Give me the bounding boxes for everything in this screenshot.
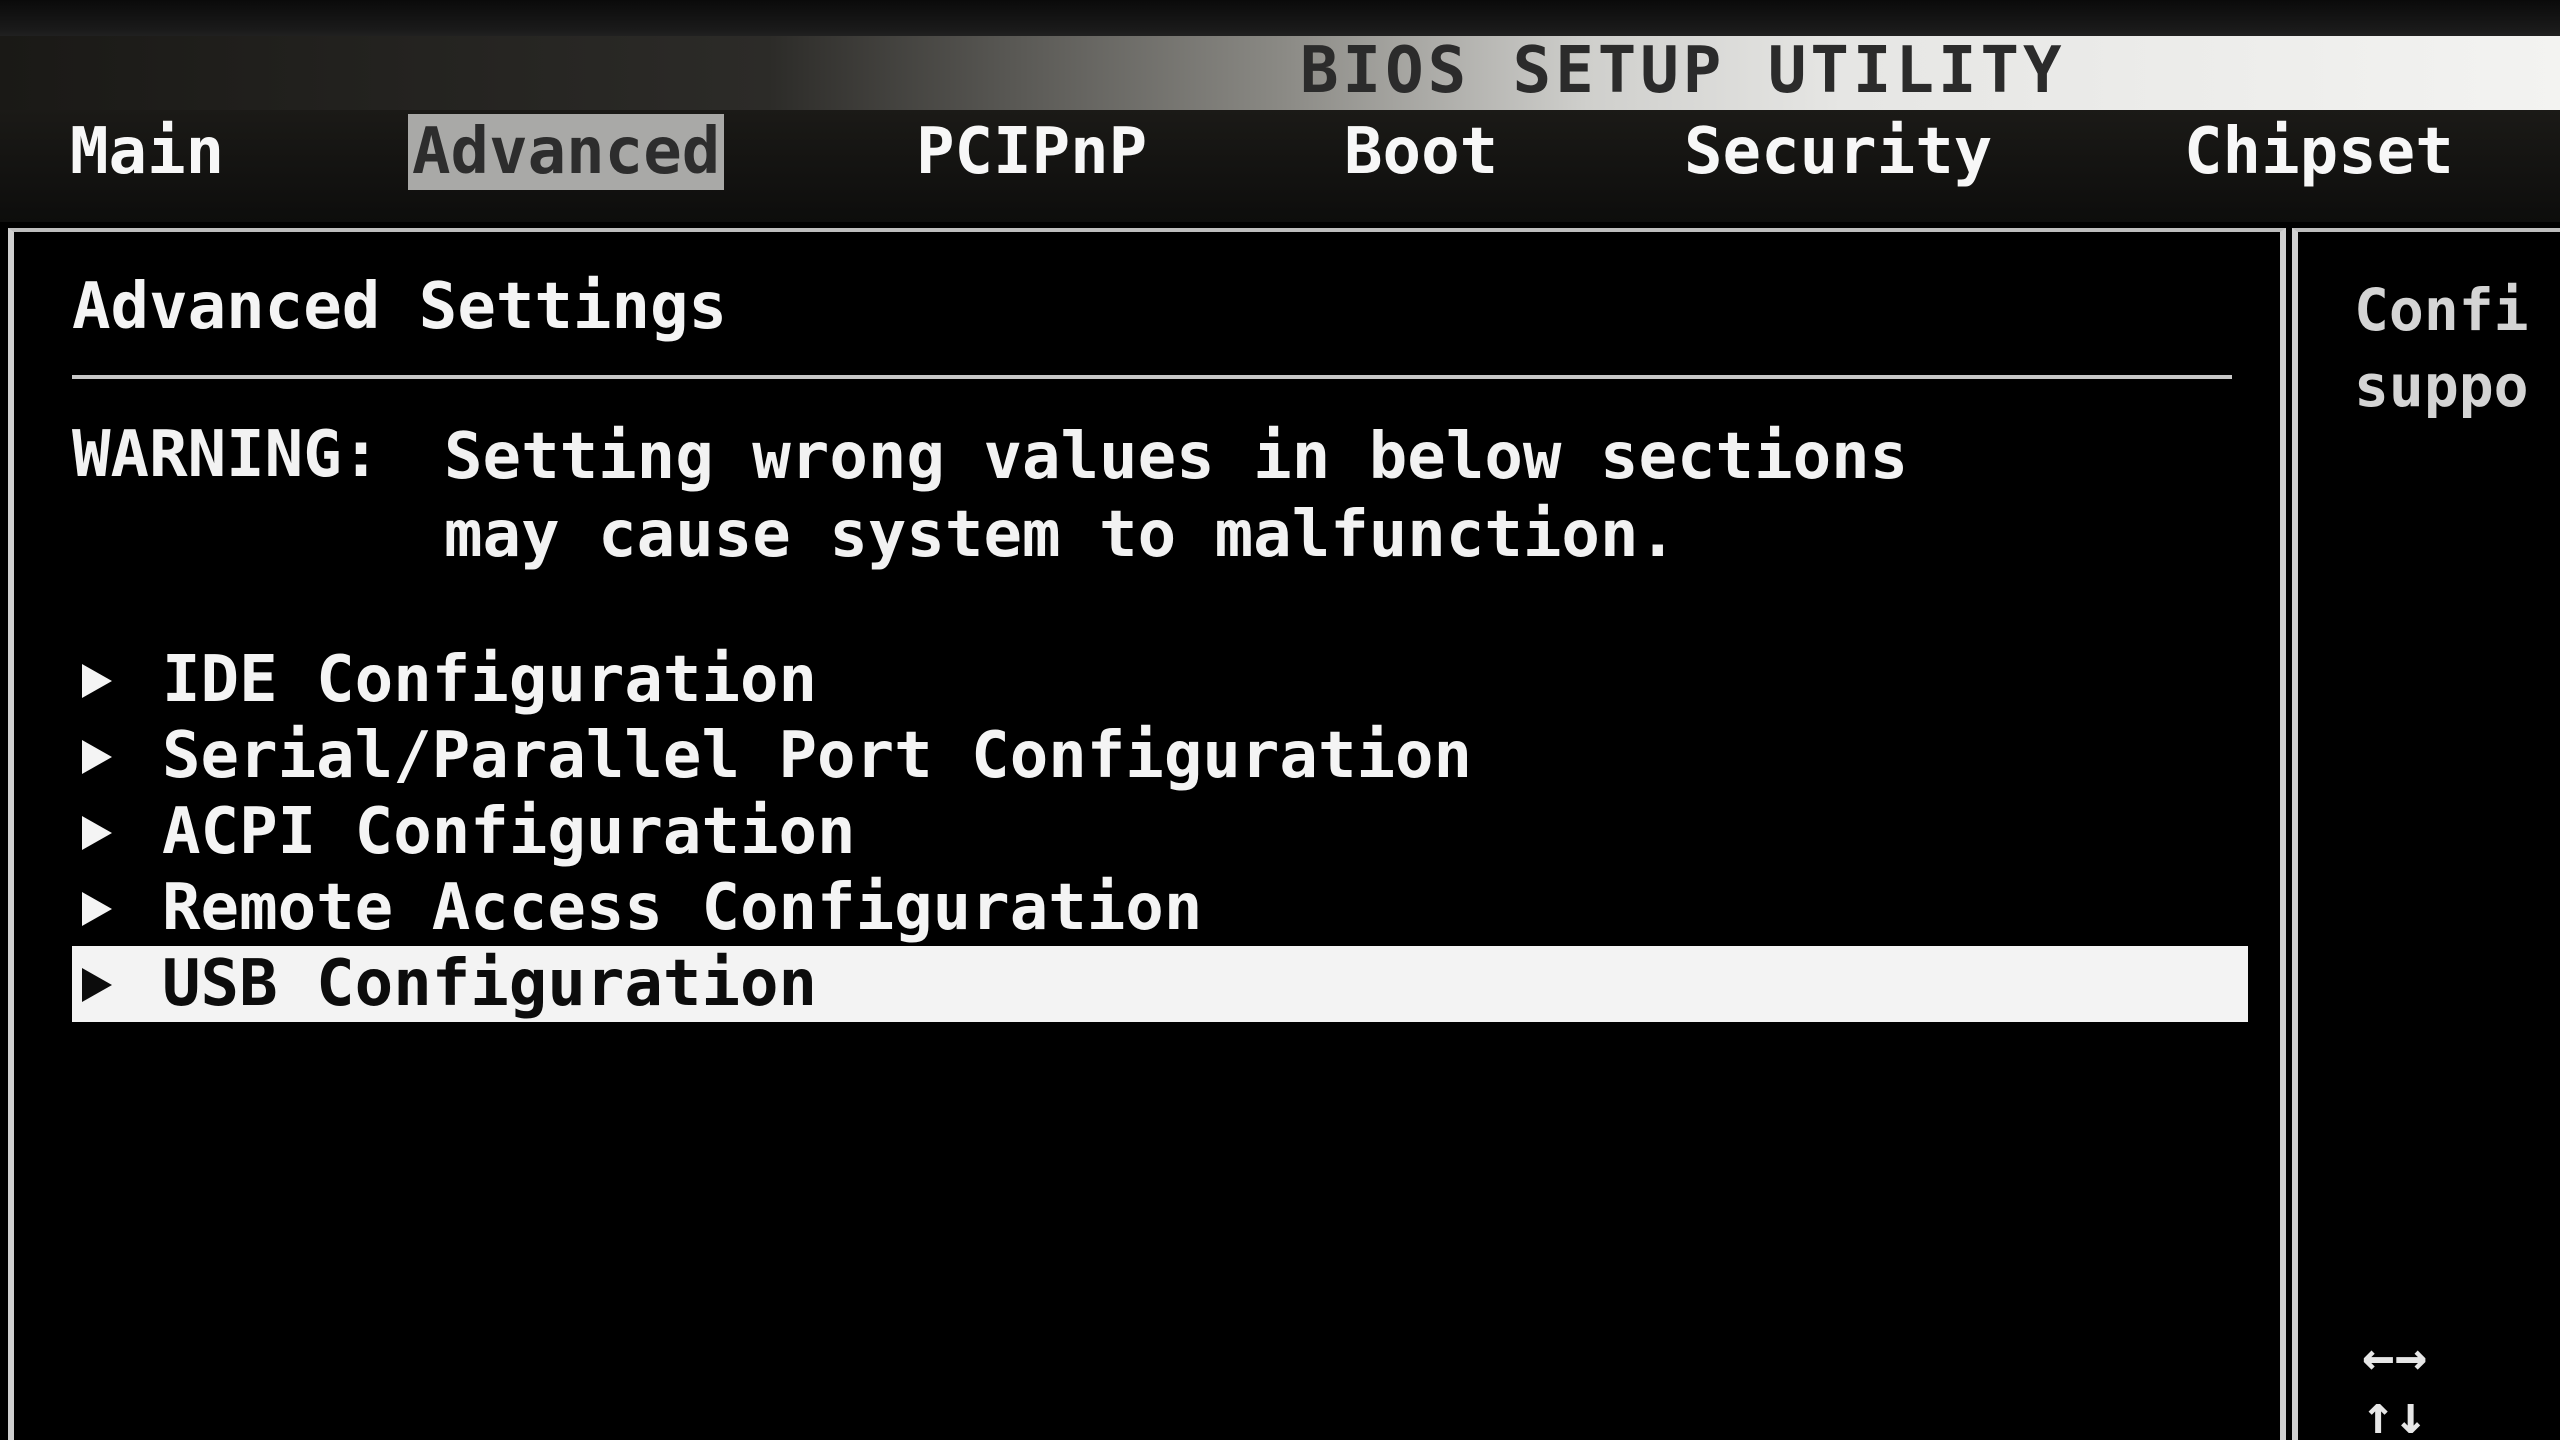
tab-chipset[interactable]: Chipset (2180, 114, 2458, 190)
app-title: BIOS SETUP UTILITY (1300, 34, 2066, 108)
tab-pcipnp[interactable]: PCIPnP (912, 114, 1151, 190)
warning-label: WARNING: (72, 418, 381, 492)
warning-text: Setting wrong values in below sections m… (444, 420, 1909, 572)
tab-boot[interactable]: Boot (1340, 114, 1502, 190)
tab-security[interactable]: Security (1680, 114, 1996, 190)
submenu-arrow-icon (78, 642, 128, 718)
left-right-arrows-icon: ←→ (2362, 1325, 2428, 1388)
menu-item-label: ACPI Configuration (162, 795, 856, 869)
page-title: Advanced Settings (72, 270, 728, 344)
submenu-arrow-icon (78, 870, 128, 946)
menu-item-label: Serial/Parallel Port Configuration (162, 719, 1473, 793)
tab-main[interactable]: Main (66, 114, 228, 190)
menu-item-acpi-configuration[interactable]: ACPI Configuration (72, 794, 2248, 870)
title-strip (0, 36, 2560, 114)
menu-item-label: Remote Access Configuration (162, 871, 1203, 945)
menu-bar: Main Advanced PCIPnP Boot Security Chips… (0, 110, 2560, 222)
submenu-arrow-icon (78, 718, 128, 794)
submenu-arrow-icon (78, 794, 128, 870)
submenu-arrow-icon (78, 946, 128, 1022)
title-bar: BIOS SETUP UTILITY (0, 0, 2560, 118)
menu-item-label: USB Configuration (162, 947, 818, 1021)
nav-hints: ←→ ↑↓ (2362, 1328, 2427, 1440)
main-panel: Advanced Settings WARNING: Setting wrong… (8, 228, 2286, 1440)
menu-item-label: IDE Configuration (162, 643, 818, 717)
up-down-arrows-icon: ↑↓ (2362, 1383, 2428, 1440)
menu-item-usb-configuration[interactable]: USB Configuration (72, 946, 2248, 1022)
help-text: Confi suppo (2354, 276, 2529, 420)
menu-item-serial-parallel-port-configuration[interactable]: Serial/Parallel Port Configuration (72, 718, 2248, 794)
tab-advanced[interactable]: Advanced (408, 114, 725, 190)
menu-item-remote-access-configuration[interactable]: Remote Access Configuration (72, 870, 2248, 946)
settings-menu-list: IDE Configuration Serial/Parallel Port C… (72, 642, 2248, 1022)
help-panel: Confi suppo ←→ ↑↓ (2292, 228, 2560, 1440)
menu-item-ide-configuration[interactable]: IDE Configuration (72, 642, 2248, 718)
title-divider (72, 375, 2232, 379)
